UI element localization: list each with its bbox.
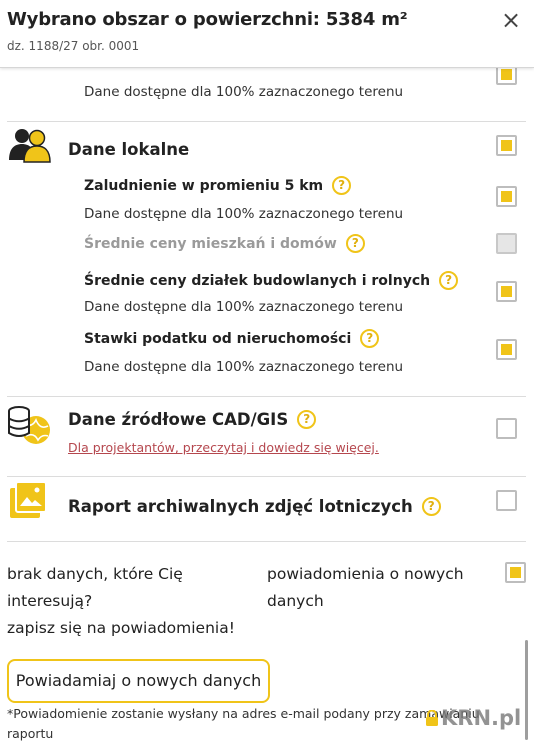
dialog-title: Wybrano obszar o powierzchni: 5384 m²	[7, 9, 408, 30]
help-icon[interactable]: ?	[345, 234, 365, 253]
divider	[7, 396, 526, 397]
divider	[7, 476, 526, 477]
availability-text: Dane dostępne dla 100% zaznaczonego tere…	[84, 84, 404, 100]
item-housing-prices: Średnie ceny mieszkań i domów ?	[84, 234, 365, 253]
help-icon[interactable]: ?	[332, 176, 352, 195]
checkbox-property-tax[interactable]	[496, 339, 517, 360]
lock-icon	[426, 710, 438, 726]
checkbox-cad-gis[interactable]	[496, 418, 517, 439]
help-icon[interactable]: ?	[421, 497, 441, 516]
dialog-header: Wybrano obszar o powierzchni: 5384 m² dz…	[0, 0, 534, 68]
scrollbar[interactable]	[525, 640, 528, 740]
checkbox-aerial[interactable]	[496, 490, 517, 511]
notifications-option-label: powiadomienia o nowych danych	[267, 565, 464, 610]
cad-gis-info-link[interactable]: Dla projektantów, przeczytaj i dowiedz s…	[68, 440, 379, 455]
help-icon[interactable]: ?	[439, 271, 459, 290]
divider	[7, 121, 526, 122]
availability-text: Dane dostępne dla 100% zaznaczonego tere…	[84, 359, 404, 375]
section-title-local-data: Dane lokalne	[68, 140, 190, 159]
availability-text: Dane dostępne dla 100% zaznaczonego tere…	[84, 299, 404, 315]
help-icon[interactable]: ?	[297, 410, 317, 429]
parcel-subtitle: dz. 1188/27 obr. 0001	[7, 39, 140, 53]
section-title-aerial: Raport archiwalnych zdjęć lotniczych ?	[68, 497, 441, 516]
item-population: Zaludnienie w promieniu 5 km ?	[84, 176, 352, 195]
section-title-cad-gis: Dane źródłowe CAD/GIS ?	[68, 410, 317, 429]
people-icon	[9, 129, 51, 163]
checkbox-plot-prices[interactable]	[496, 281, 517, 302]
notification-footnote: *Powiadomienie zostanie wysłany na adres…	[7, 706, 480, 741]
help-icon[interactable]: ?	[360, 329, 380, 348]
no-data-text: brak danych, które Cię interesują? zapis…	[7, 565, 235, 637]
item-plot-prices: Średnie ceny działek budowlanych i rolny…	[84, 271, 459, 290]
divider	[7, 541, 526, 542]
database-globe-icon	[8, 406, 50, 444]
notify-button[interactable]: Powiadamiaj o nowych danych	[7, 659, 270, 703]
checkbox-population[interactable]	[496, 186, 517, 207]
checkbox-local-data[interactable]	[496, 135, 517, 156]
krn-watermark: KRN.pl	[425, 706, 521, 730]
availability-text: Dane dostępne dla 100% zaznaczonego tere…	[84, 206, 404, 222]
item-property-tax: Stawki podatku od nieruchomości ?	[84, 329, 380, 348]
checkbox-housing-prices	[496, 233, 517, 254]
image-gallery-icon	[10, 482, 47, 518]
checkbox-notifications[interactable]	[505, 562, 526, 583]
close-icon[interactable]: ×	[497, 6, 525, 34]
